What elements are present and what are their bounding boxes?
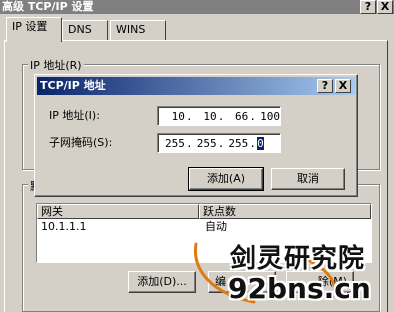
subnet-mask-field[interactable]: 255. 255. 255. 0 bbox=[157, 133, 281, 153]
ip-octet-4: 100 bbox=[260, 109, 280, 123]
column-header-gateway[interactable]: 网关 bbox=[37, 204, 199, 219]
outer-close-button[interactable]: X bbox=[377, 0, 393, 14]
octet-separator: . bbox=[249, 109, 257, 123]
gateway-add-button[interactable]: 添加(D)... bbox=[128, 271, 196, 293]
mask-octet-4-selected: 0 bbox=[257, 136, 264, 150]
octet-separator: . bbox=[185, 136, 193, 150]
tab-label: DNS bbox=[68, 23, 92, 36]
mask-octet-2: 255 bbox=[196, 136, 217, 150]
subnet-mask-label: 子网掩码(S): bbox=[49, 136, 113, 149]
watermark-site-name: 剑灵研究院 bbox=[230, 244, 366, 274]
tab-label: IP 设置 bbox=[12, 20, 48, 33]
dialog-help-button[interactable]: ? bbox=[317, 79, 333, 93]
dialog-add-button[interactable]: 添加(A) bbox=[188, 167, 264, 191]
ip-octet-2: 10 bbox=[203, 109, 217, 123]
tab-label: WINS bbox=[116, 23, 146, 36]
watermark-url: 92bns.cn bbox=[228, 272, 371, 305]
tcpip-address-dialog: TCP/IP 地址 ? X IP 地址(I): 10. 10. 66. 100 子网掩… bbox=[34, 74, 358, 197]
tab-dns[interactable]: DNS bbox=[62, 20, 108, 40]
tab-wins[interactable]: WINS bbox=[110, 20, 166, 40]
mask-octet-3: 255 bbox=[228, 136, 249, 150]
ip-address-label: IP 地址(I): bbox=[49, 109, 100, 122]
gateway-cell: 10.1.1.1 bbox=[41, 220, 87, 233]
outer-window-titlebar: 高级 TCP/IP 设置 bbox=[0, 0, 394, 14]
octet-separator: . bbox=[217, 136, 225, 150]
metric-cell: 自动 bbox=[205, 220, 227, 233]
dialog-titlebar: TCP/IP 地址 bbox=[37, 77, 355, 95]
outer-window-title: 高级 TCP/IP 设置 bbox=[2, 0, 94, 13]
octet-separator: . bbox=[185, 109, 193, 123]
ip-address-group-label: IP 地址(R) bbox=[28, 57, 84, 73]
dialog-close-button[interactable]: X bbox=[335, 79, 351, 93]
octet-separator: . bbox=[249, 136, 257, 150]
ip-address-field[interactable]: 10. 10. 66. 100 bbox=[157, 106, 281, 126]
tab-ip-settings[interactable]: IP 设置 bbox=[6, 17, 62, 42]
dialog-cancel-button[interactable]: 取消 bbox=[271, 168, 345, 190]
outer-help-button[interactable]: ? bbox=[360, 0, 376, 14]
table-row[interactable]: 10.1.1.1 自动 bbox=[37, 219, 371, 235]
mask-octet-4: 0 bbox=[257, 135, 280, 152]
mask-octet-1: 255 bbox=[165, 136, 185, 150]
octet-separator: . bbox=[217, 109, 225, 123]
ip-octet-1: 10 bbox=[171, 109, 185, 123]
ip-octet-3: 66 bbox=[235, 109, 249, 123]
dialog-title: TCP/IP 地址 bbox=[40, 79, 106, 92]
column-header-metric[interactable]: 跃点数 bbox=[199, 204, 371, 219]
